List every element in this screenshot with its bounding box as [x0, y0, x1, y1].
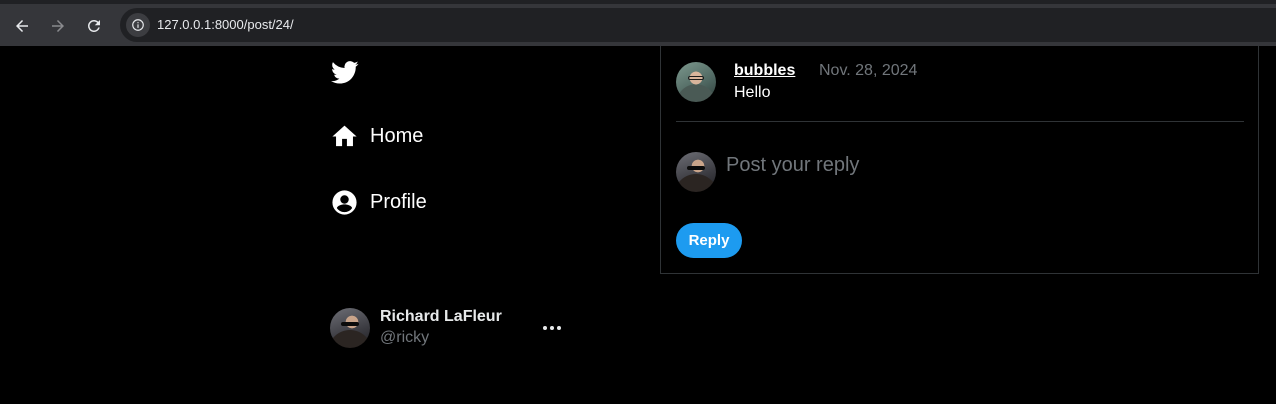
home-icon: [332, 125, 357, 146]
back-button[interactable]: [9, 13, 35, 39]
sidebar-item-home[interactable]: Home: [330, 120, 423, 152]
account-switcher[interactable]: Richard LaFleur @ricky: [330, 306, 570, 350]
sidebar-item-label: Profile: [370, 190, 427, 213]
account-handle: @ricky: [380, 329, 430, 346]
reply-composer: [676, 152, 1246, 196]
reload-button[interactable]: [81, 13, 107, 39]
arrow-left-icon: [16, 20, 28, 32]
address-bar[interactable]: 127.0.0.1:8000/post/24/: [120, 8, 1276, 42]
comment-date: Nov. 28, 2024: [819, 62, 918, 79]
avatar[interactable]: [676, 62, 716, 102]
account-circle-icon: [332, 189, 357, 215]
twitter-bird-icon[interactable]: [330, 58, 360, 86]
avatar: [676, 152, 716, 192]
reply-button[interactable]: Reply: [676, 223, 742, 258]
divider: [676, 121, 1244, 122]
reload-icon: [87, 19, 100, 32]
comment: bubbles Nov. 28, 2024 Hello: [676, 62, 1246, 122]
sidebar-item-label: Home: [370, 124, 424, 147]
comment-text: Hello: [734, 84, 771, 101]
info-icon[interactable]: [126, 13, 150, 37]
browser-toolbar: 127.0.0.1:8000/post/24/: [0, 0, 1276, 46]
comment-username-link[interactable]: bubbles: [734, 62, 795, 80]
arrow-right-icon: [52, 20, 64, 32]
more-horizontal-icon[interactable]: [540, 318, 564, 338]
account-name: Richard LaFleur: [380, 308, 502, 325]
thread-panel: bubbles Nov. 28, 2024 Hello Reply: [660, 46, 1259, 274]
avatar: [330, 308, 370, 348]
sidebar-item-profile[interactable]: Profile: [330, 186, 427, 218]
reply-input[interactable]: [726, 152, 1226, 178]
forward-button[interactable]: [45, 13, 71, 39]
url-text[interactable]: 127.0.0.1:8000/post/24/: [157, 17, 294, 32]
